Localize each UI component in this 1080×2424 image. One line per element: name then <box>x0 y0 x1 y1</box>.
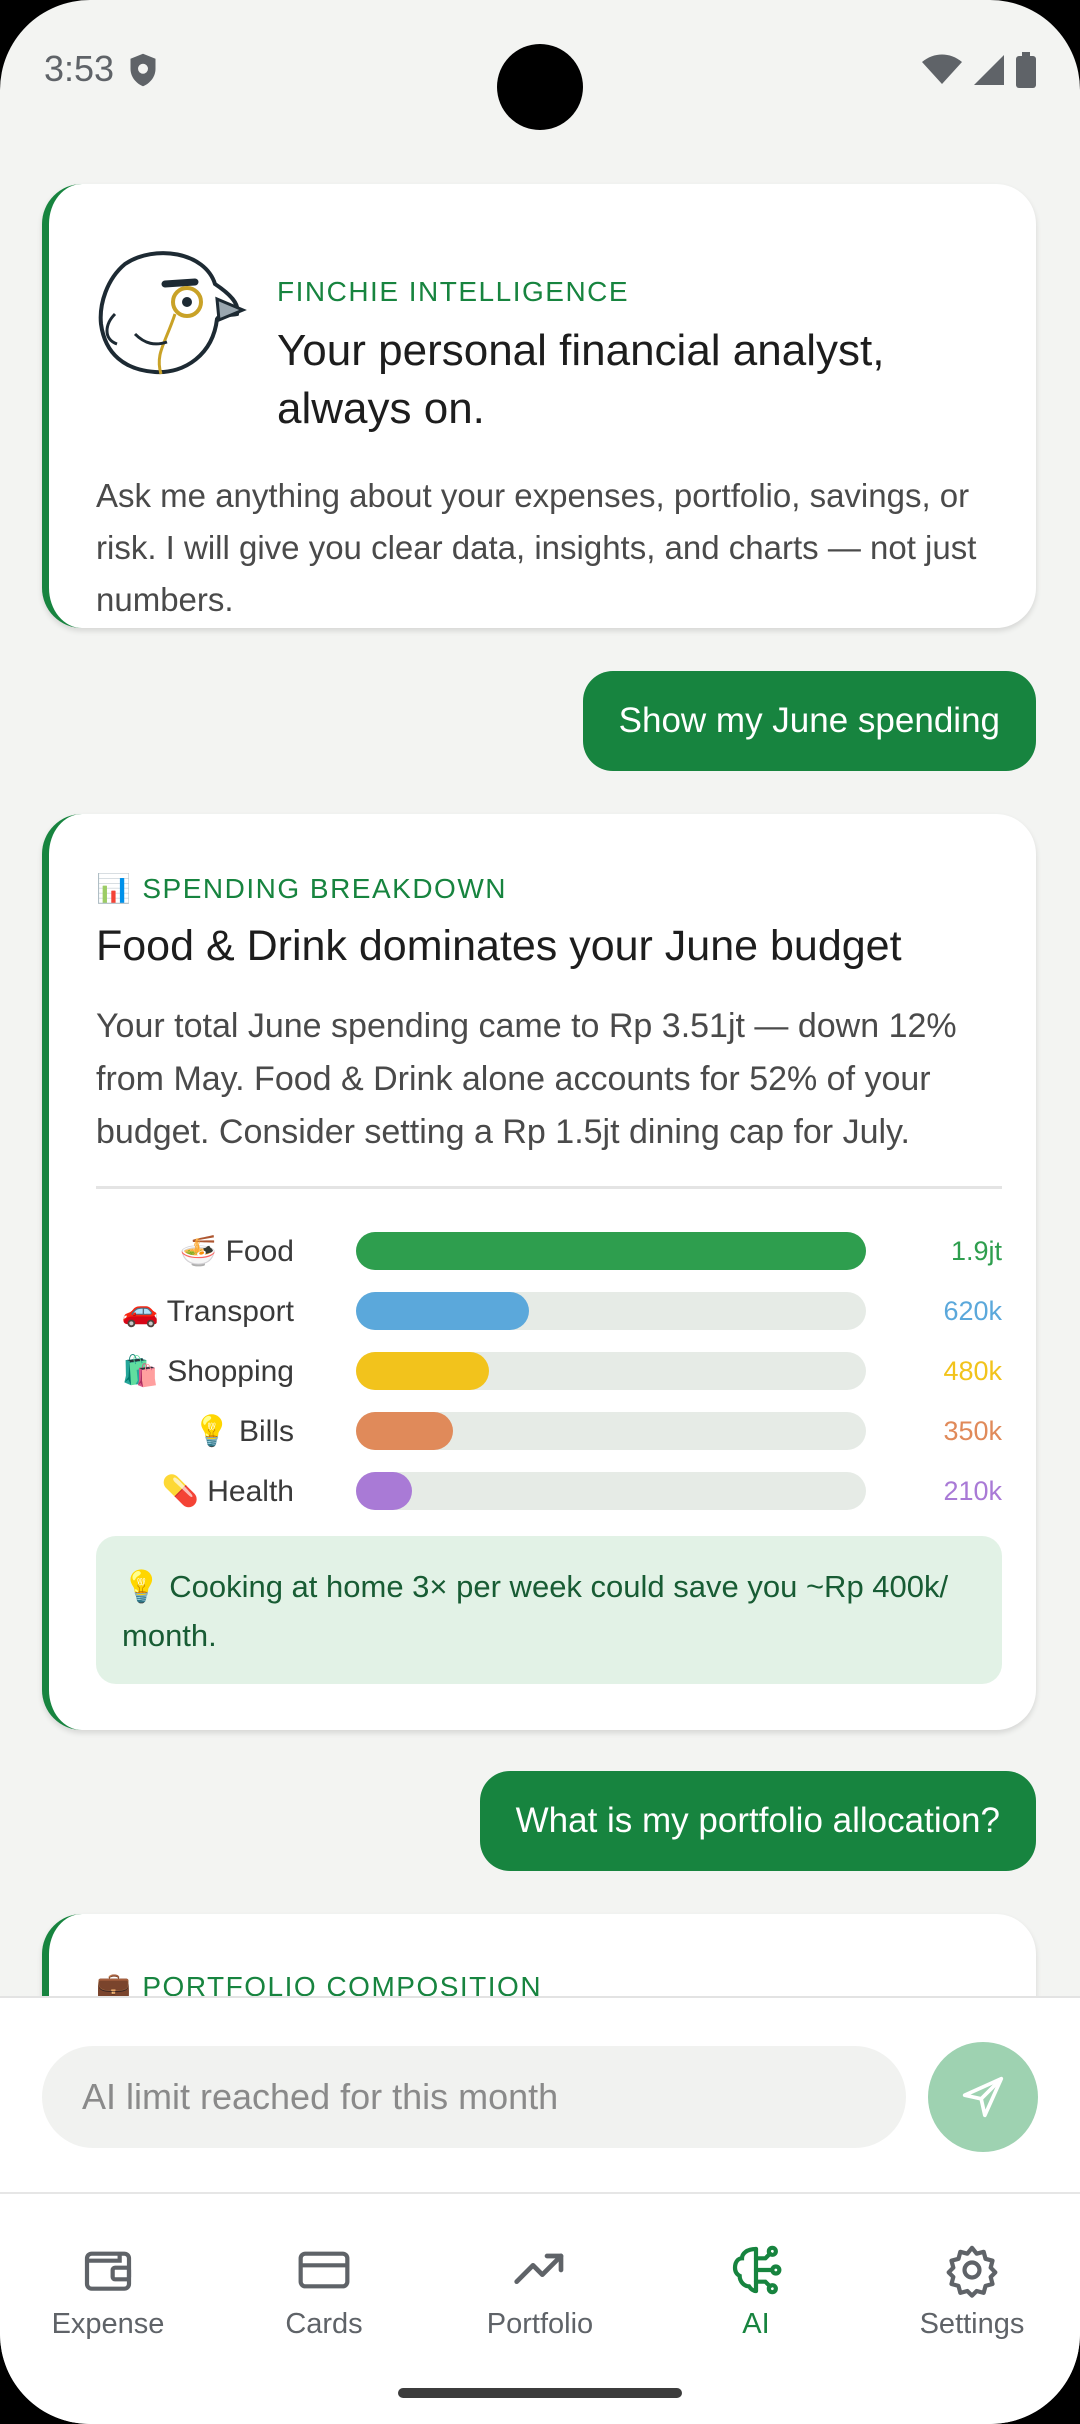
nav-label: Portfolio <box>486 2308 594 2340</box>
bar-label: 💊 Health <box>161 1475 294 1508</box>
message-input[interactable] <box>42 2046 906 2148</box>
portfolio-eyebrow-label: PORTFOLIO COMPOSITION <box>142 1970 543 1997</box>
bar-fill <box>356 1412 453 1450</box>
status-time: 3:53 <box>44 48 115 89</box>
signal-icon <box>974 55 1004 85</box>
shield-icon <box>130 53 156 87</box>
message-composer <box>0 1996 1080 2192</box>
portfolio-composition-card: 💼 PORTFOLIO COMPOSITION <box>42 1914 1036 1996</box>
bar-fill <box>356 1292 530 1330</box>
battery-icon <box>1016 52 1036 88</box>
brain-icon <box>732 2245 782 2295</box>
nav-label: Expense <box>51 2308 165 2340</box>
chat-feed[interactable]: FINCHIE INTELLIGENCE Your personal finan… <box>0 140 1080 1996</box>
trend-icon <box>514 2253 564 2284</box>
user-message-bubble: Show my June spending <box>582 671 1036 771</box>
nav-item-expense[interactable]: Expense <box>8 2242 208 2341</box>
bar-value: 1.9jt <box>950 1236 1002 1266</box>
system-icons <box>922 52 1036 88</box>
spending-body: Your total June spending came to Rp 3.51… <box>96 1007 957 1151</box>
phone-screen: 3:53 FINCHIE INTELLIGENCE Your personal … <box>0 0 1080 2424</box>
bar-label: 🍜 Food <box>179 1235 294 1268</box>
briefcase-emoji-icon: 💼 <box>96 1971 133 1996</box>
intro-card: FINCHIE INTELLIGENCE Your personal finan… <box>42 184 1036 628</box>
nav-item-settings[interactable]: Settings <box>872 2242 1072 2341</box>
bar-value: 480k <box>943 1356 1002 1386</box>
nav-label: Settings <box>919 2308 1025 2340</box>
bar-track <box>356 1412 866 1450</box>
bar-row: 🍜 Food 1.9jt <box>96 1230 1002 1274</box>
gear-icon <box>946 2245 998 2298</box>
nav-item-portfolio[interactable]: Portfolio <box>440 2242 640 2341</box>
spending-eyebrow-label: SPENDING BREAKDOWN <box>142 872 507 904</box>
card-icon <box>298 2251 350 2289</box>
intro-title: Your personal financial analyst, always … <box>277 326 885 433</box>
bar-value: 210k <box>943 1476 1002 1506</box>
bar-label: 🛍️ Shopping <box>121 1355 294 1388</box>
bar-value: 350k <box>943 1416 1002 1446</box>
intro-eyebrow: FINCHIE INTELLIGENCE <box>277 276 630 307</box>
nav-label: AI <box>742 2308 770 2340</box>
bar-track <box>356 1232 866 1270</box>
bar-row: 🛍️ Shopping 480k <box>96 1350 1002 1394</box>
spending-breakdown-card: 📊 SPENDING BREAKDOWN Food & Drink domina… <box>42 814 1036 1730</box>
bar-row: 💊 Health 210k <box>96 1470 1002 1514</box>
bar-label: 🚗 Transport <box>121 1295 294 1328</box>
user-message-bubble: What is my portfolio allocation? <box>479 1771 1036 1871</box>
bar-track <box>356 1352 866 1390</box>
nav-item-cards[interactable]: Cards <box>224 2242 424 2341</box>
send-icon <box>962 2076 1004 2118</box>
portfolio-eyebrow: 💼 PORTFOLIO COMPOSITION <box>96 1970 543 1997</box>
bar-fill <box>356 1232 866 1270</box>
bar-row: 🚗 Transport 620k <box>96 1290 1002 1334</box>
bar-track <box>356 1292 866 1330</box>
status-bar: 3:53 <box>0 0 1080 140</box>
divider <box>96 1186 1002 1189</box>
bar-value: 620k <box>943 1296 1002 1326</box>
bar-label: 💡 Bills <box>193 1415 294 1448</box>
nav-label: Cards <box>285 2308 363 2340</box>
spending-eyebrow: 📊 SPENDING BREAKDOWN <box>96 872 507 905</box>
camera-cutout <box>497 44 583 130</box>
spending-title: Food & Drink dominates your June budget <box>96 922 902 970</box>
finchie-mascot-icon <box>98 251 247 375</box>
bar-fill <box>356 1472 413 1510</box>
nav-item-ai[interactable]: AI <box>656 2242 856 2341</box>
savings-tip: 💡 Cooking at home 3× per week could save… <box>96 1536 1002 1684</box>
wifi-icon <box>922 54 962 84</box>
bar-track <box>356 1472 866 1510</box>
home-indicator[interactable] <box>398 2388 682 2398</box>
chart-emoji-icon: 📊 <box>96 873 133 904</box>
bar-fill <box>356 1352 489 1390</box>
wallet-icon <box>84 2251 132 2291</box>
intro-body: Ask me anything about your expenses, por… <box>96 477 977 618</box>
send-button[interactable] <box>928 2042 1038 2152</box>
bar-row: 💡 Bills 350k <box>96 1410 1002 1454</box>
